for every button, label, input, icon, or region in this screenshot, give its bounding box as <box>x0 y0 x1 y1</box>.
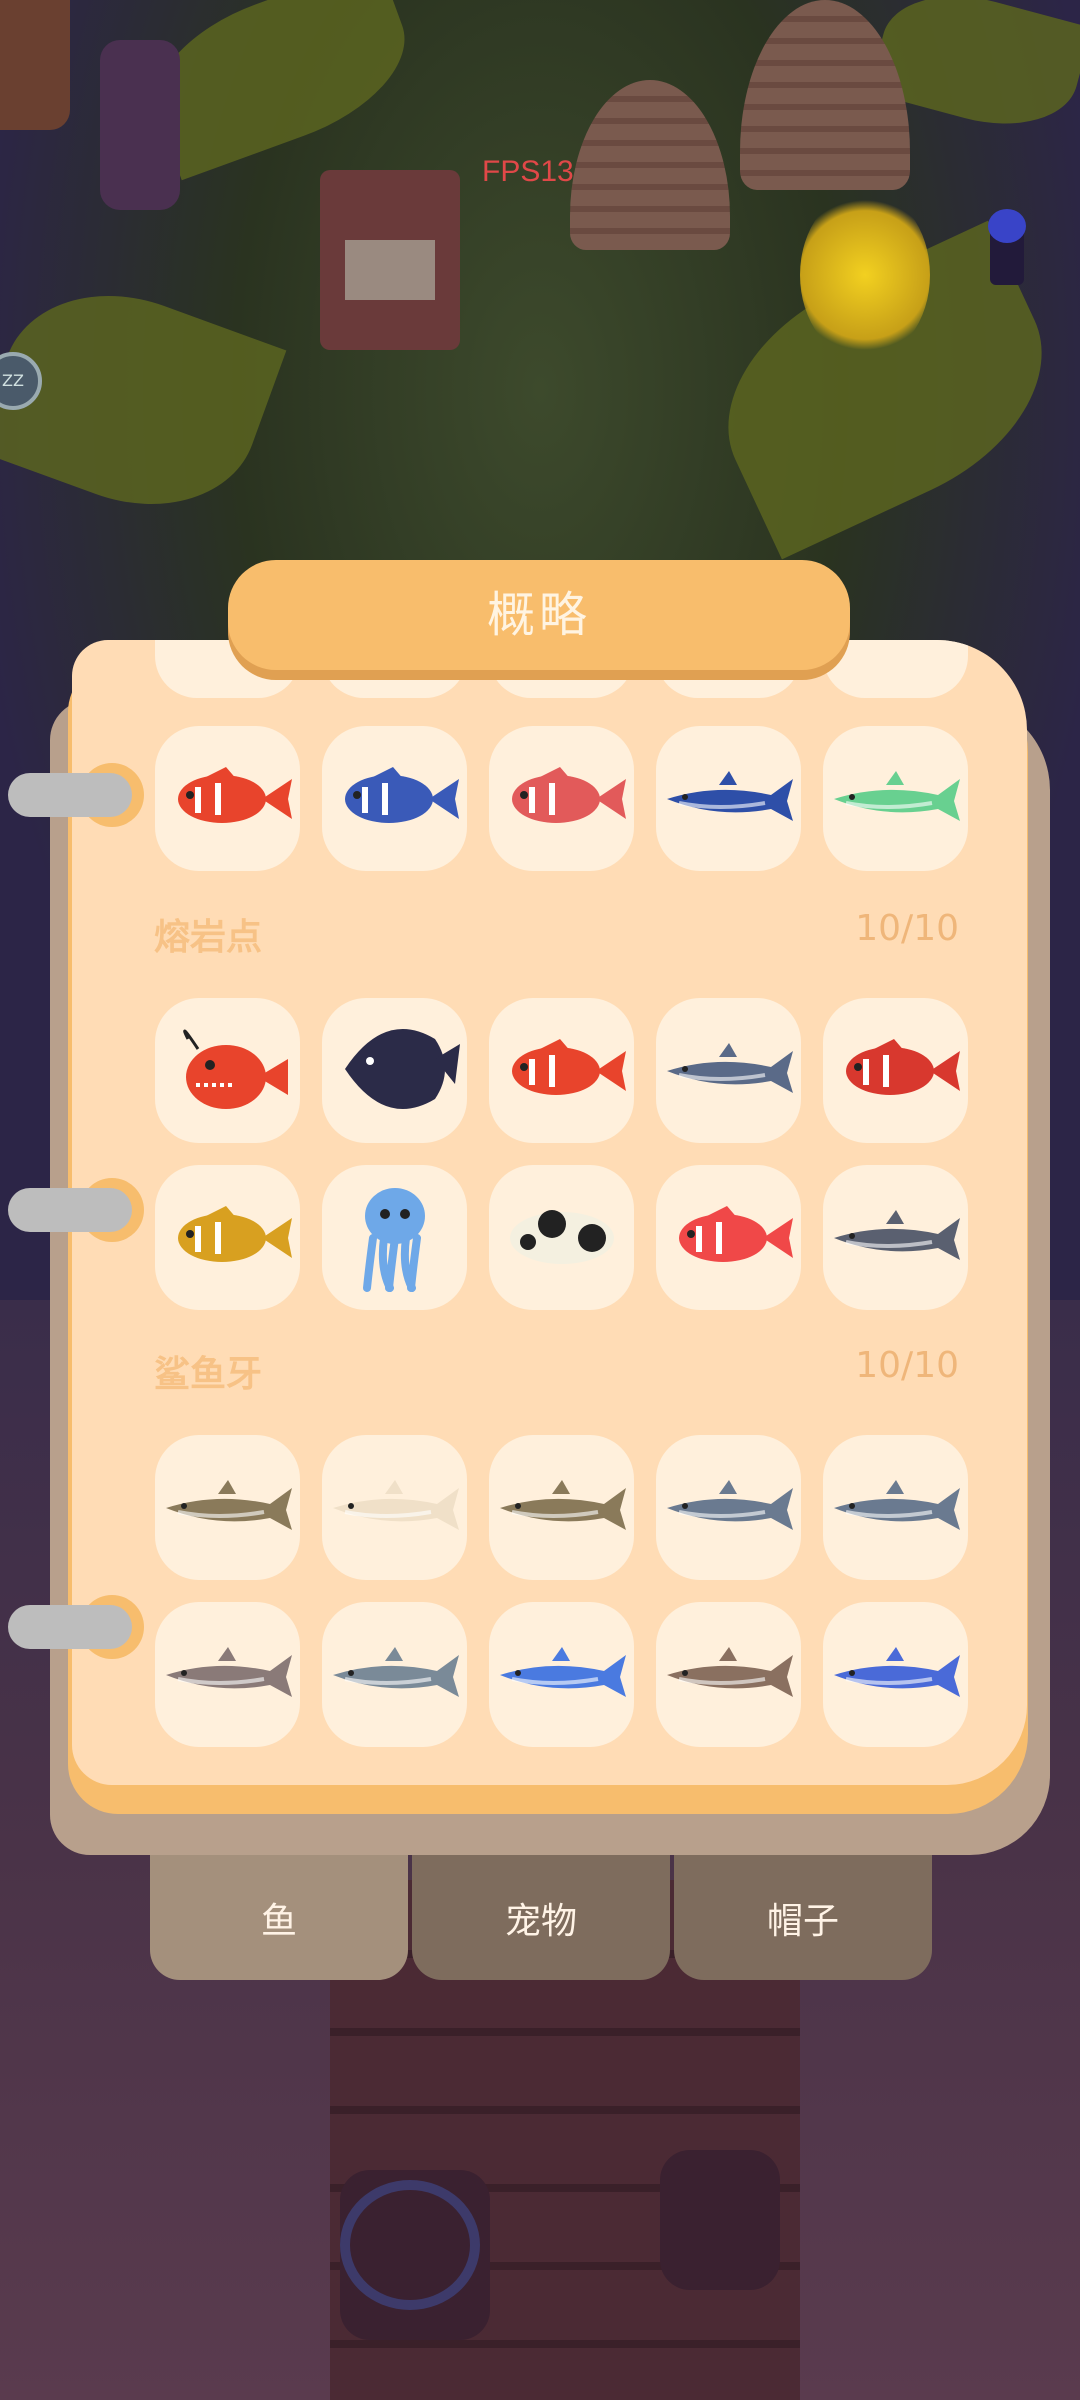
needlefish-icon <box>492 1603 632 1747</box>
clownfish-icon <box>158 727 298 871</box>
rope-ring <box>340 2180 480 2310</box>
fish-slot-tiger-shark[interactable] <box>155 1602 300 1747</box>
yellow-flowers <box>800 190 930 360</box>
fish-slot-red-snapper[interactable] <box>489 726 634 871</box>
blue-shark-icon <box>826 1603 966 1747</box>
black-tang-icon <box>325 999 465 1143</box>
panel-title: 概略 <box>486 587 591 643</box>
great-white-shark-icon <box>826 1436 966 1580</box>
tab-pets[interactable]: 宠物 <box>412 1855 670 1980</box>
totem <box>100 40 180 210</box>
grey-shark-icon <box>659 1436 799 1580</box>
fish-slot-red-yellow-fish[interactable] <box>656 1165 801 1310</box>
section-title-shark: 鲨鱼牙 <box>154 1354 263 1395</box>
red-yellow-fish-icon <box>659 1166 799 1310</box>
swordfish-icon <box>659 999 799 1143</box>
fish-slot-blue-octopus[interactable] <box>322 1165 467 1310</box>
fish-slot-orange-clownfish[interactable] <box>489 998 634 1143</box>
fish-slot-whale-shark[interactable] <box>823 1165 968 1310</box>
sawshark-icon <box>659 1603 799 1747</box>
fish-slot-sailfish[interactable] <box>656 726 801 871</box>
fish-slot-spotted-red-fish[interactable] <box>823 998 968 1143</box>
fish-slot-needlefish[interactable] <box>489 1602 634 1747</box>
sailfish-icon <box>659 727 799 871</box>
fish-slot-tiger-grouper[interactable] <box>155 1165 300 1310</box>
anglerfish-icon <box>158 999 298 1143</box>
whale-shark-icon <box>826 1166 966 1310</box>
fish-slot-sawshark[interactable] <box>656 1602 801 1747</box>
gar-icon <box>492 1436 632 1580</box>
pier-post <box>660 2150 780 2290</box>
fish-slot-sawfish[interactable] <box>155 1435 300 1580</box>
section-count-shark: 10/10 <box>855 1345 959 1386</box>
totem <box>0 0 70 130</box>
sawfish-icon <box>158 1436 298 1580</box>
mako-shark-icon <box>325 1603 465 1747</box>
pale-fish-icon <box>325 1436 465 1580</box>
orange-clownfish-icon <box>492 999 632 1143</box>
fps-counter: FPS13 <box>482 155 574 188</box>
fish-slot-great-white-shark[interactable] <box>823 1435 968 1580</box>
spotted-red-fish-icon <box>826 999 966 1143</box>
fish-slot-mako-shark[interactable] <box>322 1602 467 1747</box>
tab-hats[interactable]: 帽子 <box>674 1855 932 1980</box>
tiger-grouper-icon <box>158 1166 298 1310</box>
fish-slot-grey-shark[interactable] <box>656 1435 801 1580</box>
fish-slot-clownfish[interactable] <box>155 726 300 871</box>
panda-pufferfish-icon <box>492 1166 632 1310</box>
fish-slot-gar[interactable] <box>489 1435 634 1580</box>
binder-ring <box>8 1605 132 1649</box>
fish-slot-panda-pufferfish[interactable] <box>489 1165 634 1310</box>
blue-octopus-icon <box>325 1166 465 1310</box>
collection-page[interactable]: 熔岩点 10/10 鲨鱼牙 10/10 <box>72 640 1027 1785</box>
panel-title-tab: 概略 <box>228 560 850 670</box>
fish-slot-black-tang[interactable] <box>322 998 467 1143</box>
section-title-lava: 熔岩点 <box>154 917 263 958</box>
tiger-shark-icon <box>158 1603 298 1747</box>
binder-ring <box>8 1188 132 1232</box>
fish-slot-anglerfish[interactable] <box>155 998 300 1143</box>
fish-slot-triggerfish[interactable] <box>322 726 467 871</box>
wahoo-icon <box>826 727 966 871</box>
signboard <box>320 170 460 350</box>
npc-character <box>988 209 1026 285</box>
red-snapper-icon <box>492 727 632 871</box>
tab-fish[interactable]: 鱼 <box>150 1855 408 1980</box>
fish-slot-swordfish[interactable] <box>656 998 801 1143</box>
fish-slot-wahoo[interactable] <box>823 726 968 871</box>
binder-ring <box>8 773 132 817</box>
fish-slot-blue-shark[interactable] <box>823 1602 968 1747</box>
fish-slot-pale-fish[interactable] <box>322 1435 467 1580</box>
triggerfish-icon <box>325 727 465 871</box>
section-count-lava: 10/10 <box>855 908 959 949</box>
